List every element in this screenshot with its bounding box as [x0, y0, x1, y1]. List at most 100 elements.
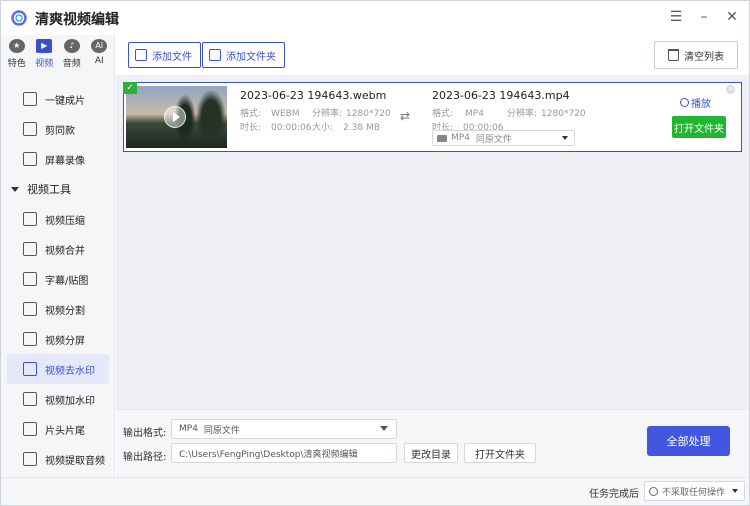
- after-task-value: 不采取任何操作: [662, 487, 726, 498]
- tab-label: 音频: [62, 59, 81, 69]
- sidebar-item-compress[interactable]: 视频压缩: [1, 204, 115, 234]
- output-path-value: C:\Users\FengPing\Desktop\清爽视频编辑: [179, 449, 358, 460]
- sidebar-item-label: 字幕/贴图: [45, 275, 89, 287]
- sidebar-item-template[interactable]: 剪同款: [1, 114, 115, 144]
- minimize-icon[interactable]: –: [697, 9, 711, 25]
- process-all-button[interactable]: 全部处理: [647, 426, 730, 456]
- play-icon: [680, 98, 689, 107]
- sidebar-item-label: 视频加水印: [45, 395, 95, 407]
- star-icon: ★: [8, 39, 25, 53]
- tab-label: 特色: [7, 59, 26, 69]
- sidebar-item-quick-make[interactable]: 一键成片: [1, 84, 115, 114]
- sidebar-item-label: 视频分屏: [45, 335, 85, 347]
- sidebar-item-add-watermark[interactable]: 视频加水印: [1, 384, 115, 414]
- split-screen-icon: [23, 332, 37, 346]
- sidebar-item-label: 视频提取音频: [45, 455, 105, 467]
- source-filename: 2023-06-23 194643.webm: [240, 89, 387, 102]
- output-settings: 输出格式: MP4 同原文件 输出路径: C:\Users\FengPing\D…: [116, 409, 749, 477]
- add-file-label: 添加文件: [152, 51, 192, 63]
- template-icon: [23, 122, 37, 136]
- after-task-select[interactable]: 不采取任何操作: [644, 481, 745, 501]
- sidebar-item-label: 片头片尾: [45, 425, 85, 437]
- compress-icon: [23, 212, 37, 226]
- sidebar-item-extract-audio[interactable]: 视频提取音频: [1, 444, 115, 474]
- sidebar-item-label: 一键成片: [45, 95, 85, 107]
- sidebar-item-screen-record[interactable]: 屏幕录像: [1, 144, 115, 174]
- trash-icon: [668, 49, 679, 61]
- clear-list-label: 清空列表: [684, 51, 724, 63]
- video-camera-icon: [437, 134, 447, 142]
- play-overlay-icon[interactable]: [164, 106, 186, 128]
- sidebar: ★ 特色 ▶ 视频 ♪ 音频 AI AI 一键成片 剪同款 屏幕录像 视频工具 …: [1, 35, 115, 477]
- sidebar-item-merge[interactable]: 视频合并: [1, 234, 115, 264]
- source-duration: 时长: 00:00:06: [240, 123, 312, 133]
- tab-label: AI: [94, 56, 104, 66]
- intro-outro-icon: [23, 422, 37, 436]
- sidebar-item-remove-watermark[interactable]: 视频去水印: [7, 354, 109, 384]
- sidebar-item-label: 视频去水印: [45, 365, 95, 377]
- sidebar-item-subtitle[interactable]: 字幕/贴图: [1, 264, 115, 294]
- convert-arrow-icon: ⇄: [400, 109, 411, 123]
- play-button[interactable]: 播放: [680, 95, 711, 110]
- sidebar-item-label: 视频压缩: [45, 215, 85, 227]
- toolbar: 添加文件 添加文件夹 清空列表: [116, 35, 749, 75]
- app-logo-icon: [11, 10, 27, 26]
- extract-audio-icon: [23, 452, 37, 466]
- checkmark-icon[interactable]: ✓: [123, 82, 137, 94]
- sidebar-item-split-screen[interactable]: 视频分屏: [1, 324, 115, 354]
- category-tabs: ★ 特色 ▶ 视频 ♪ 音频 AI AI: [1, 35, 115, 73]
- change-directory-button[interactable]: 更改目录: [404, 443, 458, 463]
- file-row[interactable]: ✓ 2023-06-23 194643.webm 格式: WEBM 分辨率: 128…: [123, 82, 742, 152]
- source-resolution: 分辨率: 1280*720: [312, 109, 391, 119]
- ai-icon: AI: [91, 39, 108, 53]
- sidebar-group-label: 视频工具: [27, 183, 71, 196]
- clear-list-button[interactable]: 清空列表: [654, 41, 738, 69]
- add-file-icon: [135, 49, 147, 61]
- after-task-label: 任务完成后: [589, 489, 639, 500]
- source-format: 格式: WEBM: [240, 109, 300, 119]
- add-watermark-icon: [23, 392, 37, 406]
- sidebar-item-label: 剪同款: [45, 125, 75, 137]
- sidebar-item-split[interactable]: 视频分割: [1, 294, 115, 324]
- sidebar-item-label: 视频分割: [45, 305, 85, 317]
- sidebar-menu: 一键成片 剪同款 屏幕录像 视频工具 视频压缩 视频合并 字幕/贴图 视频分割 …: [1, 84, 115, 474]
- chevron-down-icon: [562, 136, 568, 140]
- add-folder-button[interactable]: 添加文件夹: [202, 42, 285, 68]
- film-icon: ▶: [36, 39, 53, 53]
- tab-audio[interactable]: ♪ 音频: [59, 35, 85, 73]
- chevron-down-icon: [380, 426, 388, 431]
- tab-featured[interactable]: ★ 特色: [4, 35, 30, 73]
- app-window: 清爽视频编辑 ☰ – ✕ ★ 特色 ▶ 视频 ♪ 音频 AI AI 一键成片 剪…: [0, 0, 750, 506]
- output-filename: 2023-06-23 194643.mp4: [432, 89, 570, 102]
- ban-icon: [649, 486, 658, 496]
- menu-icon[interactable]: ☰: [669, 9, 683, 25]
- add-folder-icon: [209, 49, 221, 61]
- output-format-value: MP4: [179, 424, 198, 434]
- output-format-quality: 同原文件: [203, 425, 240, 436]
- output-path-label: 输出路径:: [123, 452, 167, 463]
- add-folder-label: 添加文件夹: [226, 51, 276, 63]
- tab-ai[interactable]: AI AI: [86, 35, 112, 73]
- caret-down-icon: [11, 186, 19, 192]
- output-resolution: 分辨率: 1280*720: [507, 109, 586, 119]
- select-format: MP4: [451, 133, 470, 143]
- open-output-folder-button[interactable]: 打开文件夹: [464, 443, 536, 463]
- sidebar-item-intro-outro[interactable]: 片头片尾: [1, 414, 115, 444]
- play-label: 播放: [691, 99, 711, 110]
- quick-make-icon: [23, 92, 37, 106]
- status-bar: 任务完成后 不采取任何操作: [1, 477, 749, 505]
- tab-video[interactable]: ▶ 视频: [31, 35, 57, 73]
- video-thumbnail[interactable]: [126, 86, 227, 148]
- sidebar-group-video-tools[interactable]: 视频工具: [1, 174, 115, 204]
- output-format-select[interactable]: MP4 同原文件: [432, 130, 575, 146]
- file-list: ✓ 2023-06-23 194643.webm 格式: WEBM 分辨率: 128…: [116, 75, 749, 409]
- add-file-button[interactable]: 添加文件: [128, 42, 201, 68]
- remove-file-icon[interactable]: ✕: [726, 85, 735, 94]
- output-path-field[interactable]: C:\Users\FengPing\Desktop\清爽视频编辑: [171, 443, 397, 463]
- remove-watermark-icon: [23, 362, 37, 376]
- open-folder-button[interactable]: 打开文件夹: [672, 116, 726, 138]
- output-format-dropdown[interactable]: MP4 同原文件: [171, 419, 397, 439]
- split-icon: [23, 302, 37, 316]
- source-size: 大小: 2.38 MB: [312, 123, 380, 133]
- close-icon[interactable]: ✕: [725, 9, 739, 25]
